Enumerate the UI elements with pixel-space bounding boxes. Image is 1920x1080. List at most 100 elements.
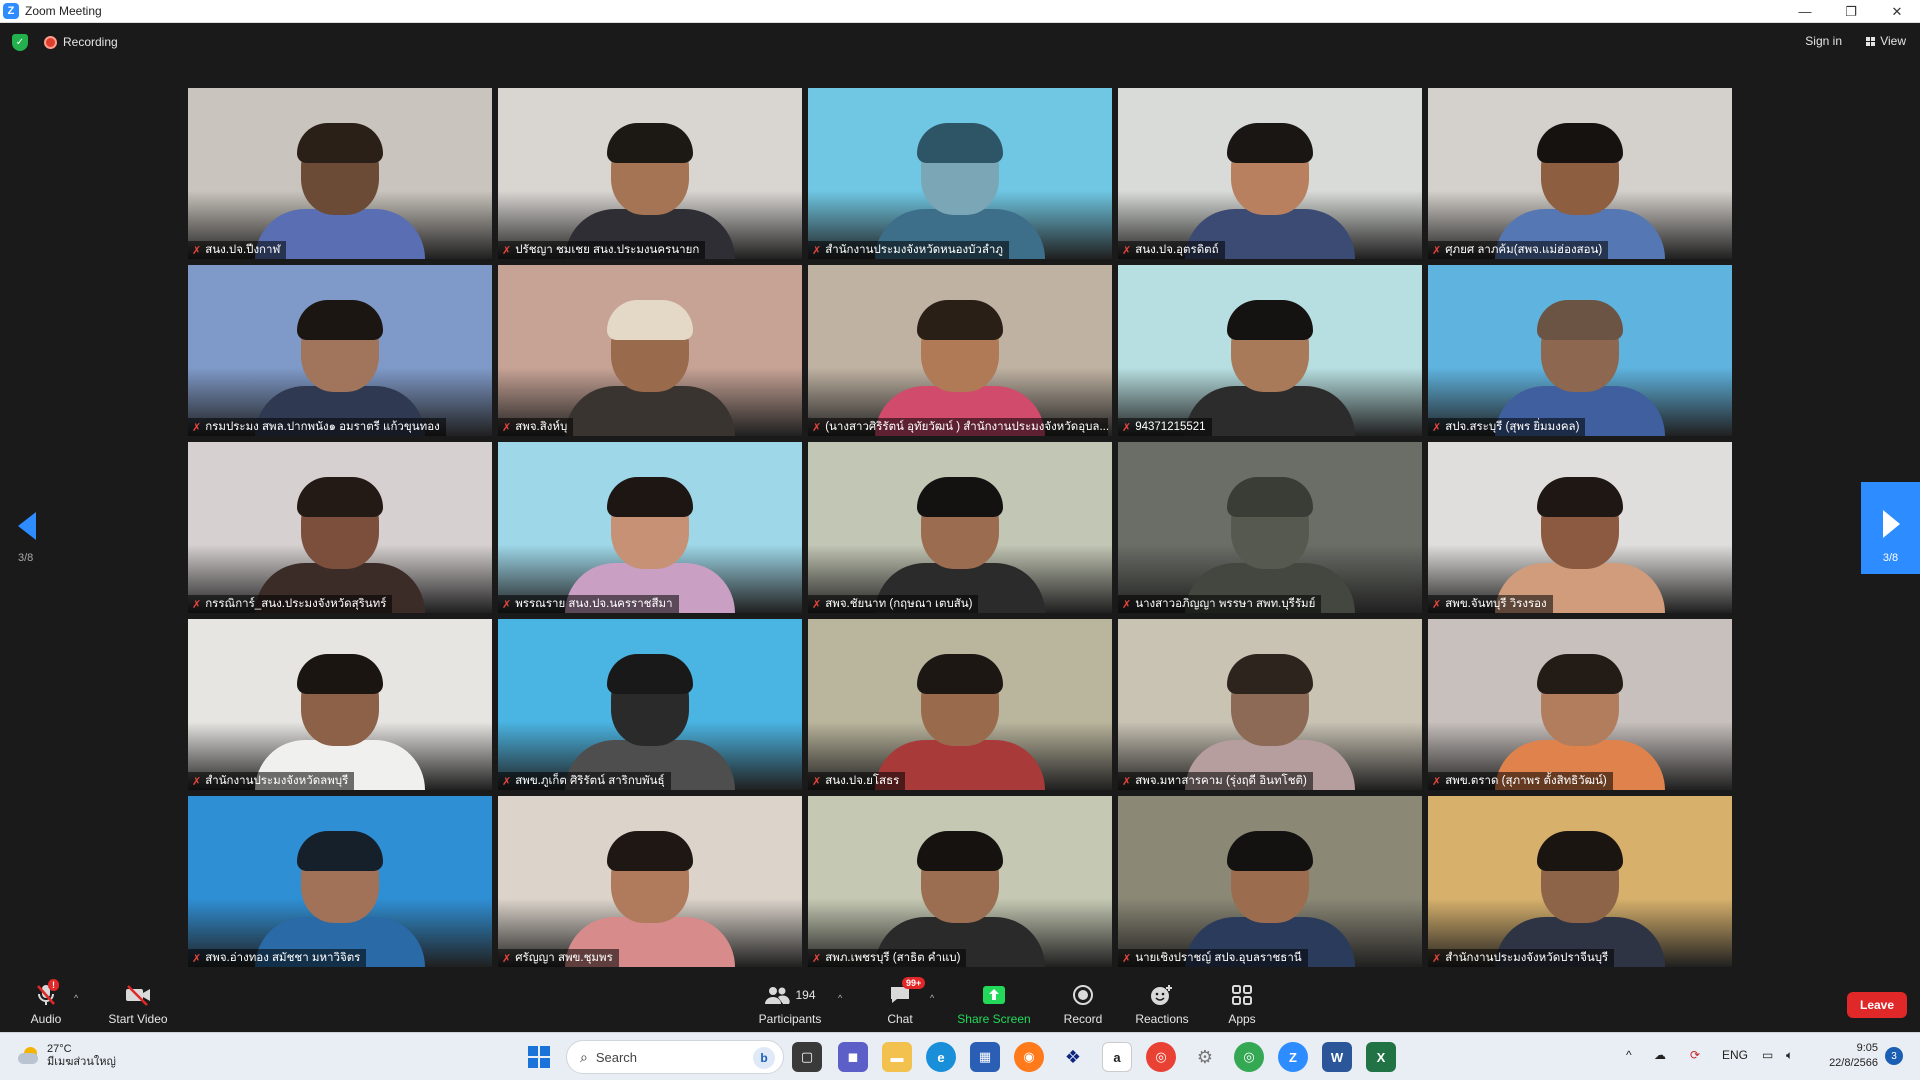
participant-video-tile[interactable]: ✗ นางสาวอภิญญา พรรษา สพท.บุรีรัมย์ [1118, 442, 1422, 613]
chat-options-chevron-icon[interactable]: ^ [930, 993, 934, 1003]
task-view-icon[interactable]: ▢ [792, 1042, 822, 1072]
start-video-button[interactable]: Start Video [102, 983, 174, 1026]
next-page-button[interactable]: 3/8 [1861, 482, 1920, 574]
participant-video-tile[interactable]: ✗ สปจ.สระบุรี (สุพร ยิ่มมงคล) [1428, 265, 1732, 436]
participant-video-tile[interactable]: ✗ สำนักงานประมงจังหวัดหนองบัวลำภู [808, 88, 1112, 259]
participant-video-figure [1495, 123, 1665, 259]
participant-video-tile[interactable]: ✗ กรรณิการ์_สนง.ประมงจังหวัดสุรินทร์ [188, 442, 492, 613]
recording-indicator[interactable]: Recording [44, 35, 118, 49]
system-clock[interactable]: 9:05 22/8/2566 [1816, 1041, 1878, 1071]
participant-video-tile[interactable]: ✗ สพข.ภูเก็ต ศิริรัตน์ สาริกบพันธุ์ [498, 619, 802, 790]
chat-label: Chat [887, 1012, 913, 1026]
dropbox-icon[interactable]: ❖ [1058, 1042, 1088, 1072]
apps-button[interactable]: Apps [1222, 983, 1262, 1026]
audio-options-chevron-icon[interactable]: ^ [74, 993, 78, 1003]
participant-video-tile[interactable]: ✗ สำนักงานประมงจังหวัดปราจีนบุรี [1428, 796, 1732, 967]
participant-video-tile[interactable]: ✗ สพจ.มหาสารคาม (รุ่งฤดี อินทโชติ) [1118, 619, 1422, 790]
maximize-button[interactable]: ❐ [1828, 0, 1874, 23]
participant-name-label: ✗ สพจ.มหาสารคาม (รุ่งฤดี อินทโชติ) [1118, 772, 1313, 790]
participant-video-figure [1185, 654, 1355, 790]
previous-page-arrow-icon[interactable] [18, 512, 36, 540]
participant-video-tile[interactable]: ✗ สพข.จันทบุรี วิรงรอง [1428, 442, 1732, 613]
participant-name: ปรัชญา ชมเชย สนง.ประมงนครนายก [515, 244, 700, 256]
participant-name: สนง.ปจ.อุตรดิตถ์ [1135, 244, 1219, 256]
edge-browser-icon[interactable]: e [926, 1042, 956, 1072]
bing-icon[interactable]: b [753, 1047, 775, 1069]
windows-start-icon[interactable] [528, 1046, 550, 1068]
participant-video-tile[interactable]: ✗ สนง.ปจ.ปีงกาฬ [188, 88, 492, 259]
share-screen-button[interactable]: Share Screen [956, 983, 1032, 1026]
participant-name-label: ✗ ปรัชญา ชมเชย สนง.ประมงนครนายก [498, 241, 706, 259]
participant-video-tile[interactable]: ✗ ศุภยศ ลาภค้ม(สพจ.แม่ฮ่องสอน) [1428, 88, 1732, 259]
chrome-profile-icon[interactable]: ◎ [1234, 1042, 1264, 1072]
taskbar-search-box[interactable]: ⌕ Search b [566, 1040, 784, 1074]
participant-video-figure [875, 300, 1045, 436]
word-icon[interactable]: W [1322, 1042, 1352, 1072]
reactions-button[interactable]: Reactions [1134, 983, 1190, 1026]
notification-count-badge[interactable]: 3 [1885, 1047, 1903, 1065]
participant-name-label: ✗ สนง.ปจ.ยโสธร [808, 772, 906, 790]
participant-video-tile[interactable]: ✗ 94371215521 [1118, 265, 1422, 436]
firefox-icon[interactable]: ◉ [1014, 1042, 1044, 1072]
sign-in-link[interactable]: Sign in [1805, 34, 1842, 48]
participant-name-label: ✗ ศุภยศ ลาภค้ม(สพจ.แม่ฮ่องสอน) [1428, 241, 1609, 259]
participant-video-tile[interactable]: ✗ (นางสาวศิริรัตน์ อุทัยวัฒน์ ) สำนักงานป… [808, 265, 1112, 436]
security-shield-icon[interactable]: ✓ [12, 34, 28, 51]
page-indicator-right: 3/8 [1882, 552, 1899, 564]
participant-name: สพจ.มหาสารคาม (รุ่งฤดี อินทโชติ) [1135, 775, 1307, 787]
page-indicator-left: 3/8 [18, 552, 34, 564]
amazon-icon[interactable]: a [1102, 1042, 1132, 1072]
participant-video-figure [1495, 300, 1665, 436]
minimize-button[interactable]: — [1782, 0, 1828, 23]
settings-gear-icon[interactable]: ⚙ [1190, 1042, 1220, 1072]
muted-mic-icon: ✗ [502, 244, 512, 257]
volume-icon[interactable]: 🔈︎ [1786, 1048, 1793, 1063]
participant-name-label: ✗ สพข.ภูเก็ต ศิริรัตน์ สาริกบพันธุ์ [498, 772, 671, 790]
muted-mic-icon: ✗ [1122, 598, 1132, 611]
participant-video-tile[interactable]: ✗ ปรัชญา ชมเชย สนง.ประมงนครนายก [498, 88, 802, 259]
microsoft-store-icon[interactable]: ▦ [970, 1042, 1000, 1072]
participant-video-tile[interactable]: ✗ พรรณราย สนง.ปจ.นครราชสีมา [498, 442, 802, 613]
participant-video-tile[interactable]: ✗ ศรัญญา สพข.ชุมพร [498, 796, 802, 967]
participants-button[interactable]: 194 Participants [756, 983, 824, 1026]
participant-video-tile[interactable]: ✗ นายเชิงปราชญ์ สปจ.อุบลราชธานี [1118, 796, 1422, 967]
weather-widget[interactable]: 27°C มีเมฆส่วนใหญ่ [18, 1043, 116, 1069]
zoom-app-icon[interactable]: Z [1278, 1042, 1308, 1072]
clock-date: 22/8/2566 [1829, 1057, 1878, 1069]
participant-video-tile[interactable]: ✗ สพจ.สิงห์บุ [498, 265, 802, 436]
participant-video-tile[interactable]: ✗ สำนักงานประมงจังหวัดลพบุรี [188, 619, 492, 790]
participant-name-label: ✗ กรรณิการ์_สนง.ประมงจังหวัดสุรินทร์ [188, 595, 393, 613]
sync-icon[interactable]: ⟳ [1690, 1048, 1700, 1062]
leave-button[interactable]: Leave [1847, 992, 1907, 1018]
wifi-display-icon[interactable]: ▭ [1762, 1048, 1773, 1062]
window-title: Zoom Meeting [25, 4, 102, 18]
participants-options-chevron-icon[interactable]: ^ [838, 993, 842, 1003]
participant-video-tile[interactable]: ✗ สพภ.เพชรบุรี (สาธิต คำแบ) [808, 796, 1112, 967]
participant-name-label: ✗ สพจ.ชัยนาท (กฤษณา เตบสัน) [808, 595, 979, 613]
participant-video-tile[interactable]: ✗ สพจ.อ่างทอง สมัชชา มหาวิจิตร [188, 796, 492, 967]
participant-video-figure [1185, 831, 1355, 967]
record-button[interactable]: Record [1060, 983, 1106, 1026]
audio-alert-badge: ! [48, 979, 59, 991]
teams-chat-icon[interactable]: ◼ [838, 1042, 868, 1072]
file-explorer-icon[interactable]: ▬ [882, 1042, 912, 1072]
participant-video-figure [565, 477, 735, 613]
audio-button[interactable]: ! Audio [22, 979, 70, 1026]
search-placeholder: Search [595, 1049, 638, 1065]
participant-name-label: ✗ (นางสาวศิริรัตน์ อุทัยวัฒน์ ) สำนักงานป… [808, 418, 1108, 436]
tray-overflow-chevron-icon[interactable]: ^ [1626, 1048, 1632, 1062]
participant-video-tile[interactable]: ✗ กรมประมง สพล.ปากพนัง๑ อมราตรี แก้วขุนทอ… [188, 265, 492, 436]
participant-video-tile[interactable]: ✗ สนง.ปจ.ยโสธร [808, 619, 1112, 790]
participant-video-tile[interactable]: ✗ สนง.ปจ.อุตรดิตถ์ [1118, 88, 1422, 259]
close-button[interactable]: ✕ [1874, 0, 1920, 23]
excel-icon[interactable]: X [1366, 1042, 1396, 1072]
view-button[interactable]: View [1866, 34, 1906, 48]
language-indicator[interactable]: ENG [1722, 1048, 1748, 1062]
muted-mic-icon: ✗ [812, 244, 822, 257]
network-cloud-icon[interactable]: ☁ [1654, 1048, 1666, 1062]
participant-video-tile[interactable]: ✗ สพข.ตราด (สุภาพร ตั้งสิทธิวัฒน์) [1428, 619, 1732, 790]
participant-video-figure [875, 123, 1045, 259]
chrome-icon[interactable]: ◎ [1146, 1042, 1176, 1072]
participant-video-tile[interactable]: ✗ สพจ.ชัยนาท (กฤษณา เตบสัน) [808, 442, 1112, 613]
chat-button[interactable]: 99+ Chat [880, 977, 926, 1026]
